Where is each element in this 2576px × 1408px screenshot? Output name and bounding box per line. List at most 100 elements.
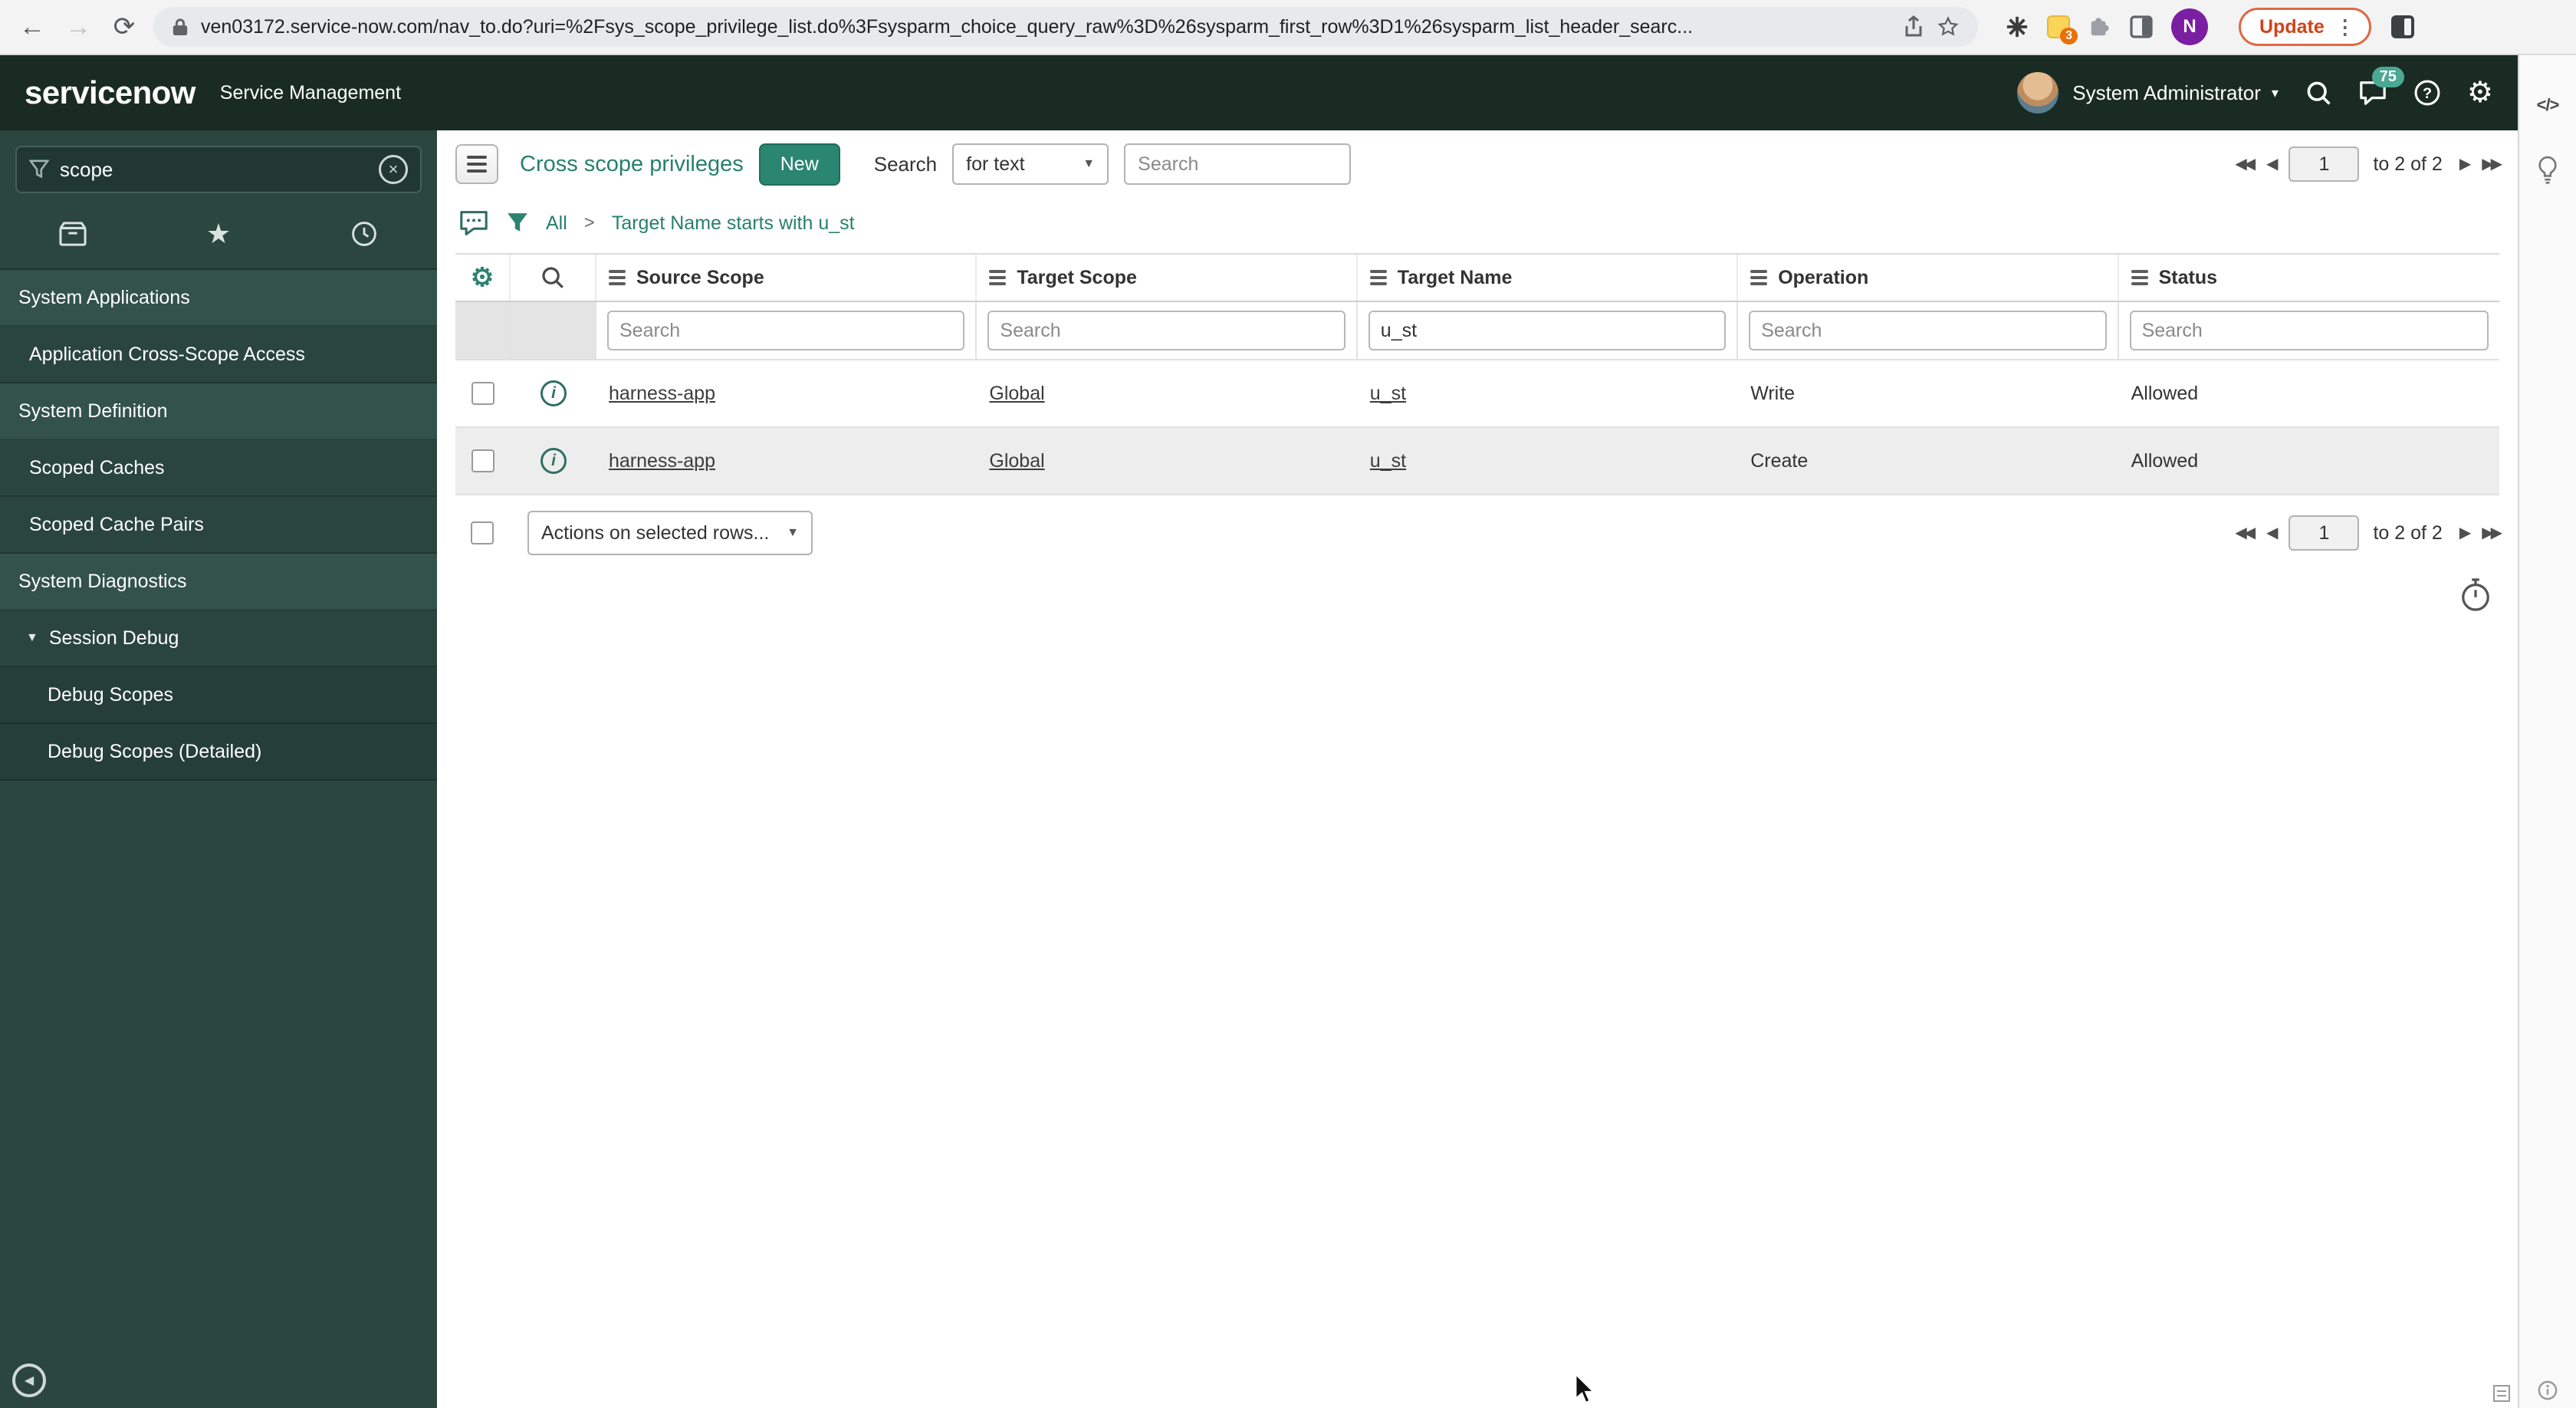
list-search-icon[interactable] xyxy=(540,265,565,290)
source-scope-link[interactable]: harness-app xyxy=(609,450,715,472)
target-name-link[interactable]: u_st xyxy=(1370,383,1406,405)
layout-grid-icon[interactable] xyxy=(2493,1385,2510,1402)
sidebar-item-label: Debug Scopes xyxy=(48,683,174,706)
navigator-filter-input[interactable] xyxy=(60,157,368,182)
update-label: Update xyxy=(2259,15,2325,38)
record-info-icon[interactable]: i xyxy=(540,380,567,406)
sidebar-item-system-definition[interactable]: System Definition xyxy=(0,383,437,440)
page-number-input[interactable] xyxy=(2288,515,2360,551)
share-icon[interactable] xyxy=(1903,15,1924,38)
all-applications-tab[interactable] xyxy=(0,221,146,247)
column-header-status[interactable]: Status xyxy=(2119,255,2499,301)
previous-page-icon[interactable]: ◀ xyxy=(2266,525,2278,541)
global-search-icon[interactable] xyxy=(2305,79,2332,107)
breadcrumb-funnel-icon[interactable] xyxy=(506,212,529,235)
info-circle-icon[interactable] xyxy=(2538,1380,2558,1400)
favorites-tab[interactable]: ★ xyxy=(146,220,291,248)
screen: ← → ⟳ ven03172.service-now.com/nav_to.do… xyxy=(0,0,2576,1408)
browser-forward-icon[interactable]: → xyxy=(61,12,95,42)
side-panel-icon[interactable] xyxy=(2130,15,2153,38)
column-header-target-name[interactable]: Target Name xyxy=(1358,255,1739,301)
sidebar-item-application-cross-scope-access[interactable]: Application Cross-Scope Access xyxy=(0,327,437,383)
column-header-operation[interactable]: Operation xyxy=(1738,255,2119,301)
puzzle-extensions-icon[interactable] xyxy=(2088,15,2111,38)
help-icon[interactable]: ? xyxy=(2413,79,2441,107)
collapse-sidebar-icon[interactable]: ◀ xyxy=(12,1364,46,1397)
column-search-input-source-scope[interactable] xyxy=(607,311,965,350)
servicenow-logo: servicenow xyxy=(25,74,196,110)
sidebar-item-debug-scopes[interactable]: Debug Scopes xyxy=(0,667,437,724)
record-info-icon[interactable]: i xyxy=(540,448,567,474)
navigator-filter[interactable]: × xyxy=(15,146,422,193)
browser-menu-icon[interactable]: ⋮ xyxy=(2335,15,2355,39)
column-header-source-scope[interactable]: Source Scope xyxy=(596,255,978,301)
column-search-input-target-name[interactable] xyxy=(1368,311,1727,350)
content-corner-icons xyxy=(2493,1385,2510,1402)
last-page-icon[interactable]: ▶▶ xyxy=(2482,156,2502,172)
sidebar-item-scoped-caches[interactable]: Scoped Caches xyxy=(0,440,437,497)
breadcrumb-filter-link[interactable]: Target Name starts with u_st xyxy=(612,212,855,235)
first-page-icon[interactable]: ◀◀ xyxy=(2235,525,2256,541)
browser-profile-avatar[interactable]: N xyxy=(2171,8,2208,45)
bookmark-star-icon[interactable] xyxy=(1937,15,1960,38)
next-page-icon[interactable]: ▶ xyxy=(2459,156,2471,172)
target-scope-link[interactable]: Global xyxy=(989,383,1044,405)
row-checkbox[interactable] xyxy=(472,382,495,405)
list-context-menu-button[interactable] xyxy=(455,144,498,184)
source-scope-link[interactable]: harness-app xyxy=(609,383,715,405)
hint-lightbulb-icon[interactable] xyxy=(2536,155,2559,184)
target-scope-link[interactable]: Global xyxy=(989,450,1044,472)
actions-on-selected-rows-select[interactable]: Actions on selected rows... ▼ xyxy=(527,511,813,555)
breadcrumb-all-link[interactable]: All xyxy=(546,212,567,235)
next-page-icon[interactable]: ▶ xyxy=(2459,525,2471,541)
yellow-extension-icon[interactable]: 3 xyxy=(2047,15,2078,44)
asterisk-extension-icon[interactable] xyxy=(2006,15,2029,38)
column-label: Status xyxy=(2158,266,2217,288)
user-menu[interactable]: System Administrator xyxy=(2072,81,2261,105)
search-type-value: for text xyxy=(966,153,1025,175)
select-all-checkbox[interactable] xyxy=(471,521,494,544)
clock-icon xyxy=(352,222,376,246)
list-search-input[interactable] xyxy=(1124,143,1352,185)
browser-sidebar-toggle-icon[interactable] xyxy=(2390,14,2416,40)
new-record-button[interactable]: New xyxy=(758,143,840,186)
column-search-input-operation[interactable] xyxy=(1749,311,2107,350)
page-number-input[interactable] xyxy=(2288,146,2360,182)
first-page-icon[interactable]: ◀◀ xyxy=(2235,156,2256,172)
browser-address-bar[interactable]: ven03172.service-now.com/nav_to.do?uri=%… xyxy=(153,7,1978,47)
column-search-input-status[interactable] xyxy=(2129,311,2489,350)
browser-back-icon[interactable]: ← xyxy=(15,12,49,42)
user-menu-caret-icon[interactable]: ▾ xyxy=(2272,85,2279,101)
code-panel-icon[interactable]: </> xyxy=(2537,95,2560,115)
activity-stream-icon[interactable] xyxy=(458,209,489,237)
sidebar-item-scoped-cache-pairs[interactable]: Scoped Cache Pairs xyxy=(0,497,437,554)
sidebar-footer: ◀ xyxy=(0,1353,437,1408)
target-name-link[interactable]: u_st xyxy=(1370,450,1406,472)
sidebar-item-system-diagnostics[interactable]: System Diagnostics xyxy=(0,554,437,610)
last-page-icon[interactable]: ▶▶ xyxy=(2482,525,2502,541)
conversations-icon[interactable]: 75 xyxy=(2358,67,2404,107)
browser-update-button[interactable]: Update ⋮ xyxy=(2239,8,2371,46)
hamburger-icon xyxy=(467,156,487,173)
list-title-link[interactable]: Cross scope privileges xyxy=(520,152,744,177)
previous-page-icon[interactable]: ◀ xyxy=(2266,156,2278,172)
column-search-input-target-scope[interactable] xyxy=(987,311,1346,350)
operation-value: Write xyxy=(1750,382,1796,404)
sidebar-item-debug-scopes-detailed[interactable]: Debug Scopes (Detailed) xyxy=(0,724,437,781)
history-tab[interactable] xyxy=(291,220,437,248)
row-checkbox[interactable] xyxy=(472,449,495,472)
browser-reload-icon[interactable]: ⟳ xyxy=(107,12,141,42)
navigator-tabs: ★ xyxy=(0,199,437,270)
user-avatar[interactable] xyxy=(2017,72,2059,113)
settings-gear-icon[interactable]: ⚙ xyxy=(2467,78,2493,107)
response-time-stopwatch-icon[interactable] xyxy=(2459,577,2492,612)
search-type-select[interactable]: for text ▼ xyxy=(952,143,1109,185)
sidebar-item-session-debug[interactable]: ▼ Session Debug xyxy=(0,610,437,667)
sidebar-item-label: Debug Scopes (Detailed) xyxy=(48,740,262,762)
column-header-target-scope[interactable]: Target Scope xyxy=(977,255,1358,301)
column-label: Target Scope xyxy=(1017,266,1137,288)
sidebar-item-system-applications[interactable]: System Applications xyxy=(0,270,437,327)
list-personalize-gear-icon[interactable]: ⚙ xyxy=(471,265,494,291)
url-text: ven03172.service-now.com/nav_to.do?uri=%… xyxy=(201,15,1694,38)
clear-filter-icon[interactable]: × xyxy=(379,155,408,184)
